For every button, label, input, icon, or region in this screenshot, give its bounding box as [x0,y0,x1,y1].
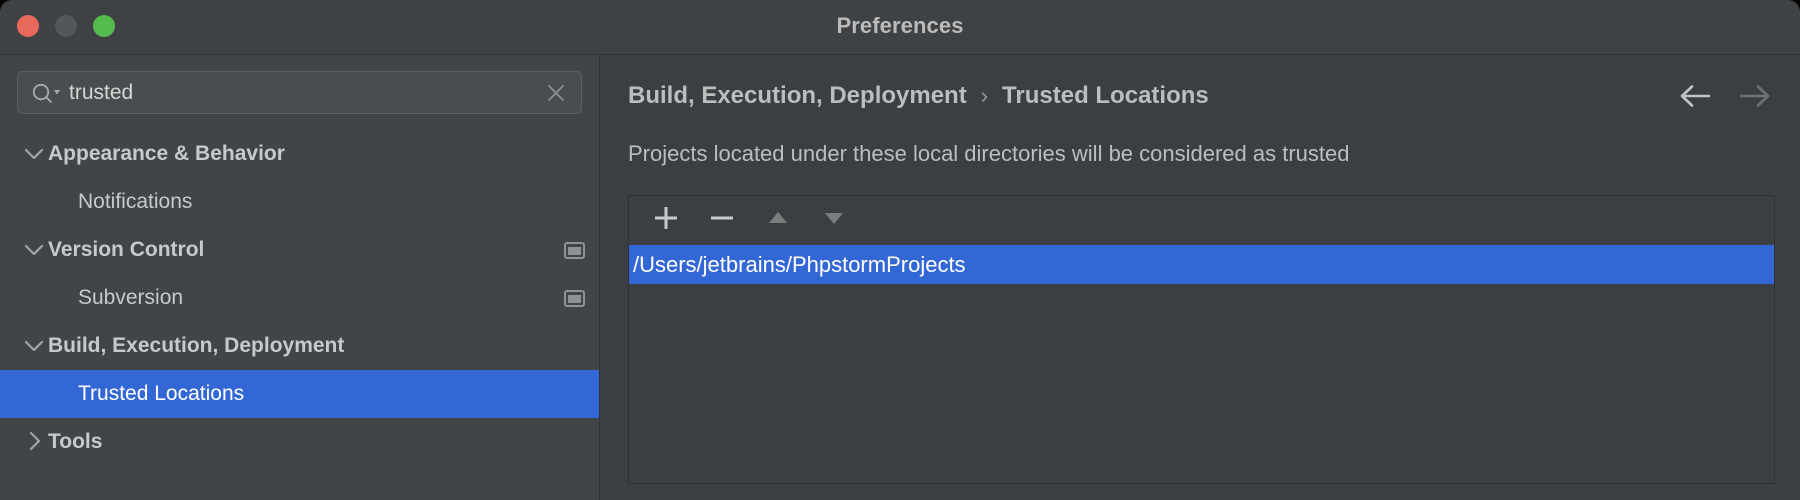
breadcrumb-parent[interactable]: Build, Execution, Deployment [628,82,967,110]
minus-icon [707,203,737,238]
sidebar-item-label: Tools [48,430,103,453]
plus-icon [651,203,681,238]
window-body: trusted Appearance & Behavior Notificatio… [0,55,1800,500]
pane-description: Projects located under these local direc… [628,141,1350,166]
remove-button[interactable] [699,202,745,240]
settings-sidebar: trusted Appearance & Behavior Notificatio… [0,55,600,500]
navigation-arrows [1679,84,1775,108]
location-path: /Users/jetbrains/PhpstormProjects [633,251,966,277]
sidebar-item-tools[interactable]: Tools [0,418,599,466]
sidebar-item-label: Notifications [78,190,193,213]
triangle-down-icon [819,203,849,238]
breadcrumb-current: Trusted Locations [1002,82,1209,109]
move-down-button[interactable] [811,202,857,240]
settings-tree: Appearance & Behavior Notifications Versio… [0,130,599,466]
chevron-right-icon[interactable] [22,429,48,455]
trusted-locations-panel: /Users/jetbrains/PhpstormProjects [628,195,1775,484]
list-item[interactable]: /Users/jetbrains/PhpstormProjects [629,245,1774,284]
chevron-down-icon[interactable] [22,333,48,359]
sidebar-item-subversion[interactable]: Subversion [0,274,599,322]
chevron-down-icon[interactable] [22,237,48,263]
list-toolbar [629,196,1774,245]
sidebar-item-version-control[interactable]: Version Control [0,226,599,274]
sidebar-item-label: Version Control [48,238,205,261]
breadcrumb-separator-icon: › [980,83,989,108]
sidebar-item-notifications[interactable]: Notifications [0,178,599,226]
triangle-up-icon [763,203,793,238]
project-scope-icon [564,289,585,307]
search-container: trusted [0,55,599,114]
sidebar-item-label: Trusted Locations [78,382,245,405]
title-bar: Preferences [0,0,1800,55]
window-title: Preferences [836,13,964,38]
sidebar-item-appearance-behavior[interactable]: Appearance & Behavior [0,130,599,178]
project-scope-icon [564,241,585,259]
add-button[interactable] [643,202,689,240]
breadcrumb: Build, Execution, Deployment › Trusted L… [628,55,1775,125]
sidebar-item-build-execution-deployment[interactable]: Build, Execution, Deployment [0,322,599,370]
move-up-button[interactable] [755,202,801,240]
search-icon[interactable] [31,82,61,104]
trusted-locations-list: /Users/jetbrains/PhpstormProjects [629,245,1774,483]
sidebar-item-trusted-locations[interactable]: Trusted Locations [0,370,599,418]
preferences-window: Preferences trusted Appearance & Behavio… [0,0,1800,500]
clear-search-icon[interactable] [545,82,567,104]
arrow-left-icon[interactable] [1679,84,1713,108]
search-field[interactable]: trusted [17,71,582,114]
arrow-right-icon[interactable] [1737,84,1771,108]
sidebar-item-label: Build, Execution, Deployment [48,334,345,357]
sidebar-item-label: Subversion [78,286,184,309]
chevron-down-icon[interactable] [22,141,48,167]
settings-detail-pane: Build, Execution, Deployment › Trusted L… [600,55,1800,500]
search-input[interactable]: trusted [69,81,545,105]
sidebar-item-label: Appearance & Behavior [48,142,285,165]
